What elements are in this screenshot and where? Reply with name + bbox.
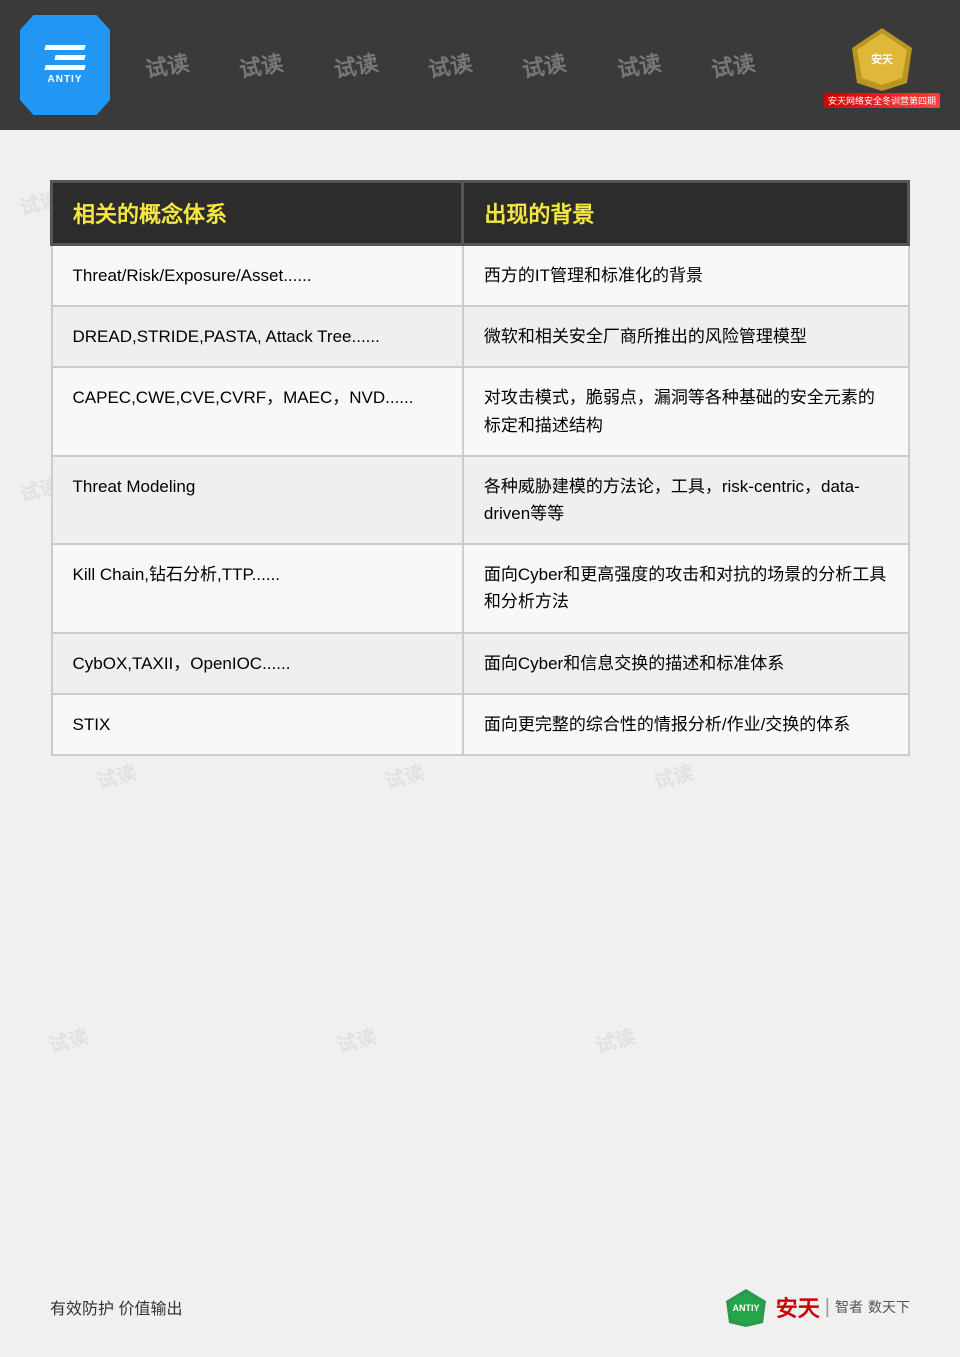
watermark-5: 试读 [520, 45, 569, 84]
page-wm-13: 试读 [592, 1020, 638, 1058]
table-row-right-5: 面向Cyber和信息交换的描述和标准体系 [463, 633, 909, 694]
footer-logo-sub1: 智者 [835, 1297, 863, 1317]
col2-header: 出现的背景 [463, 182, 909, 245]
watermark-4: 试读 [426, 45, 475, 84]
page-wm-9: 试读 [381, 756, 427, 794]
logo-text: ANTIY [48, 74, 83, 85]
footer: 有效防护 价值输出 ANTIY 安天 | 智者 数天下 [0, 1287, 960, 1327]
svg-text:安天: 安天 [871, 52, 894, 66]
table-row-left-3: Threat Modeling [52, 456, 463, 544]
table-row-right-6: 面向更完整的综合性的情报分析/作业/交换的体系 [463, 694, 909, 755]
footer-logo-icon-area: ANTIY [721, 1287, 771, 1327]
page-wm-8: 试读 [93, 756, 139, 794]
table-row-right-4: 面向Cyber和更高强度的攻击和对抗的场景的分析工具和分析方法 [463, 544, 909, 632]
logo-lines [45, 45, 85, 70]
watermark-3: 试读 [331, 45, 380, 84]
table-row-left-5: CybOX,TAXII，OpenIOC...... [52, 633, 463, 694]
logo-line-3 [44, 65, 85, 70]
header-watermarks: 试读 试读 试读 试读 试读 试读 试读 [120, 0, 780, 130]
footer-logo-sub2: 数天下 [868, 1297, 910, 1317]
table-row-left-2: CAPEC,CWE,CVE,CVRF，MAEC，NVD...... [52, 367, 463, 455]
logo-line-2 [54, 55, 85, 60]
footer-logo: ANTIY 安天 | 智者 数天下 [721, 1287, 910, 1327]
footer-logo-divider: | [825, 1296, 830, 1319]
concept-table: 相关的概念体系 出现的背景 Threat/Risk/Exposure/Asset… [50, 180, 910, 756]
footer-text: 有效防护 价值输出 [50, 1295, 182, 1319]
page-wm-11: 试读 [45, 1020, 91, 1058]
col1-header: 相关的概念体系 [52, 182, 463, 245]
table-row-right-0: 西方的IT管理和标准化的背景 [463, 245, 909, 307]
logo: ANTIY [20, 15, 110, 115]
svg-text:ANTIY: ANTIY [732, 1303, 759, 1313]
watermark-6: 试读 [614, 45, 663, 84]
footer-logo-brand: 安天 [776, 1291, 820, 1323]
header-right-logo: 安天 安天网络安全冬训营第四期 [824, 23, 940, 108]
logo-line-1 [44, 45, 85, 50]
page-wm-10: 试读 [650, 756, 696, 794]
header-right-logo-image: 安天 [842, 23, 922, 93]
table-row-right-2: 对攻击模式，脆弱点，漏洞等各种基础的安全元素的标定和描述结构 [463, 367, 909, 455]
table-row-left-1: DREAD,STRIDE,PASTA, Attack Tree...... [52, 306, 463, 367]
antiy-badge: 安天网络安全冬训营第四期 [824, 93, 940, 108]
table-row-left-6: STIX [52, 694, 463, 755]
watermark-7: 试读 [708, 45, 757, 84]
watermark-1: 试读 [143, 45, 192, 84]
main-content: 试读 试读 试读 试读 试读 试读 试读 试读 试读 试读 试读 试读 试读 相… [0, 130, 960, 1277]
table-row-right-3: 各种威胁建模的方法论，工具，risk-centric，data-driven等等 [463, 456, 909, 544]
watermark-2: 试读 [237, 45, 286, 84]
table-row-left-0: Threat/Risk/Exposure/Asset...... [52, 245, 463, 307]
page-wm-12: 试读 [333, 1020, 379, 1058]
table-row-right-1: 微软和相关安全厂商所推出的风险管理模型 [463, 306, 909, 367]
table-row-left-4: Kill Chain,钻石分析,TTP...... [52, 544, 463, 632]
header: ANTIY 试读 试读 试读 试读 试读 试读 试读 安天 安天网络安全冬训营第… [0, 0, 960, 130]
